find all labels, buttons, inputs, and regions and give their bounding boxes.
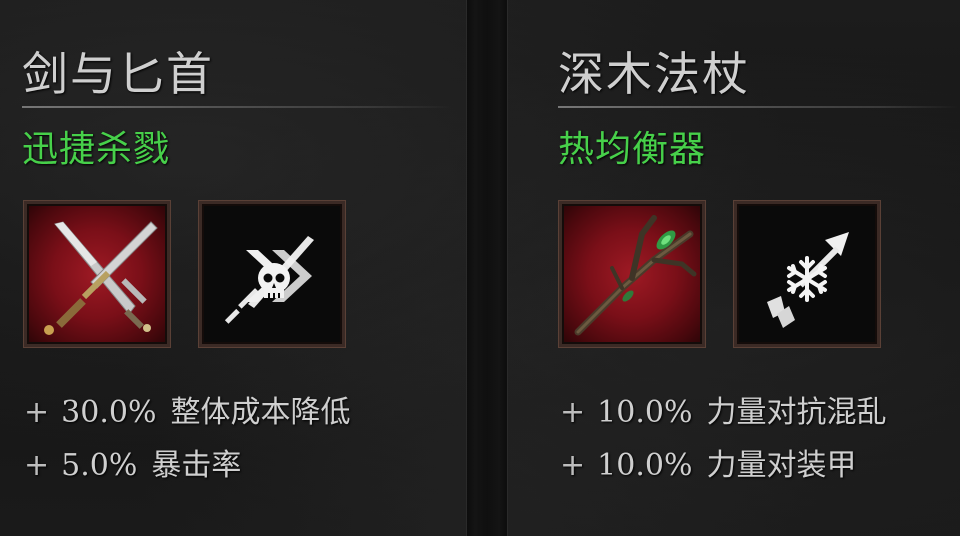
stat-line: +10.0% 力量对抗混乱 — [560, 387, 886, 431]
stat-value: 30.0% — [61, 395, 157, 430]
panel-deepwood-staff: 深木法杖 热均衡器 + 10.0% 力量对抗混乱 + 10.0% 力量对装甲 — [508, 0, 960, 536]
title-divider — [558, 106, 958, 108]
panel-subtitle: 迅捷杀戮 — [22, 129, 171, 170]
skull-dagger-icon — [224, 236, 314, 324]
stat-line: +5.0% 暴击率 — [24, 440, 241, 484]
deepwood-staff-icon — [574, 215, 697, 336]
effect-slot[interactable] — [733, 200, 881, 348]
stat-label: 力量对装甲 — [706, 448, 857, 483]
panel-title: 深木法杖 — [558, 47, 750, 101]
panel-sword-and-dagger: 剑与匕首 迅捷杀戮 + 30.0% 整体成本降低 + 5.0% 暴击率 — [0, 0, 466, 536]
panel-title: 剑与匕首 — [22, 47, 214, 101]
stat-prefix: + — [24, 448, 50, 483]
stat-prefix: + — [24, 395, 50, 430]
stat-prefix: + — [560, 448, 586, 483]
frost-arrow-icon — [767, 232, 849, 328]
stat-value: 10.0% — [597, 395, 693, 430]
stat-value: 5.0% — [61, 448, 138, 483]
effect-slot[interactable] — [198, 200, 346, 348]
stat-label: 暴击率 — [151, 448, 242, 483]
title-divider — [22, 106, 452, 108]
stat-line: +10.0% 力量对装甲 — [560, 440, 856, 484]
crossed-sword-dagger-icon — [44, 221, 158, 335]
stat-label: 整体成本降低 — [170, 395, 351, 430]
game-tooltip-screen: 剑与匕首 迅捷杀戮 + 30.0% 整体成本降低 + 5.0% 暴击率 深木法杖… — [0, 0, 960, 536]
item-slot[interactable] — [558, 200, 706, 348]
stat-label: 力量对抗混乱 — [706, 395, 887, 430]
item-slot[interactable] — [23, 200, 171, 348]
stat-prefix: + — [560, 395, 586, 430]
stat-value: 10.0% — [597, 448, 693, 483]
stat-line: +30.0% 整体成本降低 — [24, 387, 350, 431]
panel-subtitle: 热均衡器 — [558, 129, 707, 170]
panel-divider — [466, 0, 508, 536]
